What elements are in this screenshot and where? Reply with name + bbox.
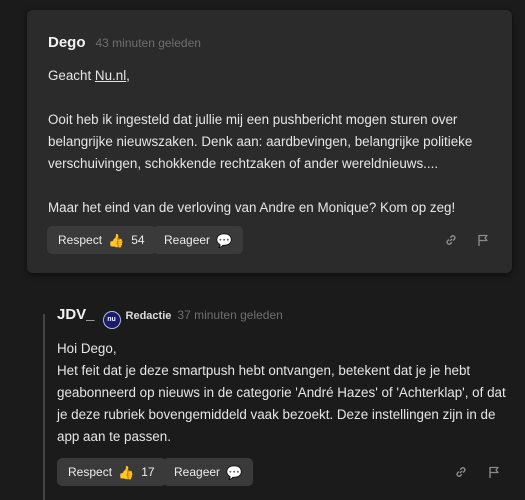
greeting-prefix: Geacht <box>48 68 95 83</box>
comment-closing: Maar het eind van de verloving van Andre… <box>48 200 456 215</box>
reply-line: Hoi Dego, <box>57 341 117 356</box>
comment-line: verschuivingen, schokkende rechtzaken of… <box>48 156 439 171</box>
reply-body: Hoi Dego, Het feit dat je deze smartpush… <box>57 338 506 448</box>
flag-icon[interactable] <box>487 465 501 479</box>
nu-nl-link[interactable]: Nu.nl <box>95 68 126 83</box>
thumbs-up-icon: 👍 <box>118 464 135 480</box>
reply-line: app aan te passen. <box>57 429 171 444</box>
reply-line: je deze rubriek bovengemiddeld vaak bezo… <box>57 407 496 422</box>
timestamp[interactable]: 43 minuten geleden <box>96 36 201 50</box>
reply-header: JDV_ nu Redactie 37 minuten geleden <box>57 306 283 329</box>
greeting-line: Geacht Nu.nl, <box>48 65 472 87</box>
respect-label: Respect <box>68 465 113 479</box>
thumbs-up-icon: 👍 <box>108 232 125 248</box>
reply-button[interactable]: Reageer 💬 <box>153 226 244 254</box>
reply-label: Reageer <box>164 233 211 247</box>
comment-header: Dego 43 minuten geleden <box>48 34 201 51</box>
reply-reply-button[interactable]: Reageer 💬 <box>163 458 254 486</box>
reply-line: geabonneerd op nieuws in de categorie 'A… <box>57 385 506 400</box>
respect-label: Respect <box>58 233 103 247</box>
reply-author-name[interactable]: JDV_ <box>57 306 95 323</box>
comment-body: Geacht Nu.nl, Ooit heb ik ingesteld dat … <box>48 65 472 219</box>
reply-respect-button[interactable]: Respect 👍 17 <box>57 458 166 486</box>
respect-button[interactable]: Respect 👍 54 <box>47 226 156 254</box>
comment-line: Ooit heb ik ingesteld dat jullie mij een… <box>48 112 458 127</box>
reply-line: Het feit dat je deze smartpush hebt ontv… <box>57 363 471 378</box>
comment-line: belangrijke nieuwszaken. Denk aan: aardb… <box>48 134 473 149</box>
link-icon[interactable] <box>454 465 468 479</box>
redactie-badge: Redactie <box>125 310 172 322</box>
comment-bubble-icon: 💬 <box>226 464 243 480</box>
reply-timestamp[interactable]: 37 minuten geleden <box>177 308 282 322</box>
respect-count: 54 <box>131 233 145 247</box>
flag-icon[interactable] <box>476 233 490 247</box>
link-icon[interactable] <box>444 233 458 247</box>
nu-logo-badge: nu <box>102 310 121 329</box>
reply-thread-line <box>43 314 45 500</box>
reply-label: Reageer <box>174 465 221 479</box>
respect-count: 17 <box>141 465 155 479</box>
comment-card: Dego 43 minuten geleden Geacht Nu.nl, Oo… <box>27 10 512 273</box>
greeting-suffix: , <box>126 68 130 83</box>
author-name[interactable]: Dego <box>48 34 86 51</box>
comment-bubble-icon: 💬 <box>216 232 233 248</box>
